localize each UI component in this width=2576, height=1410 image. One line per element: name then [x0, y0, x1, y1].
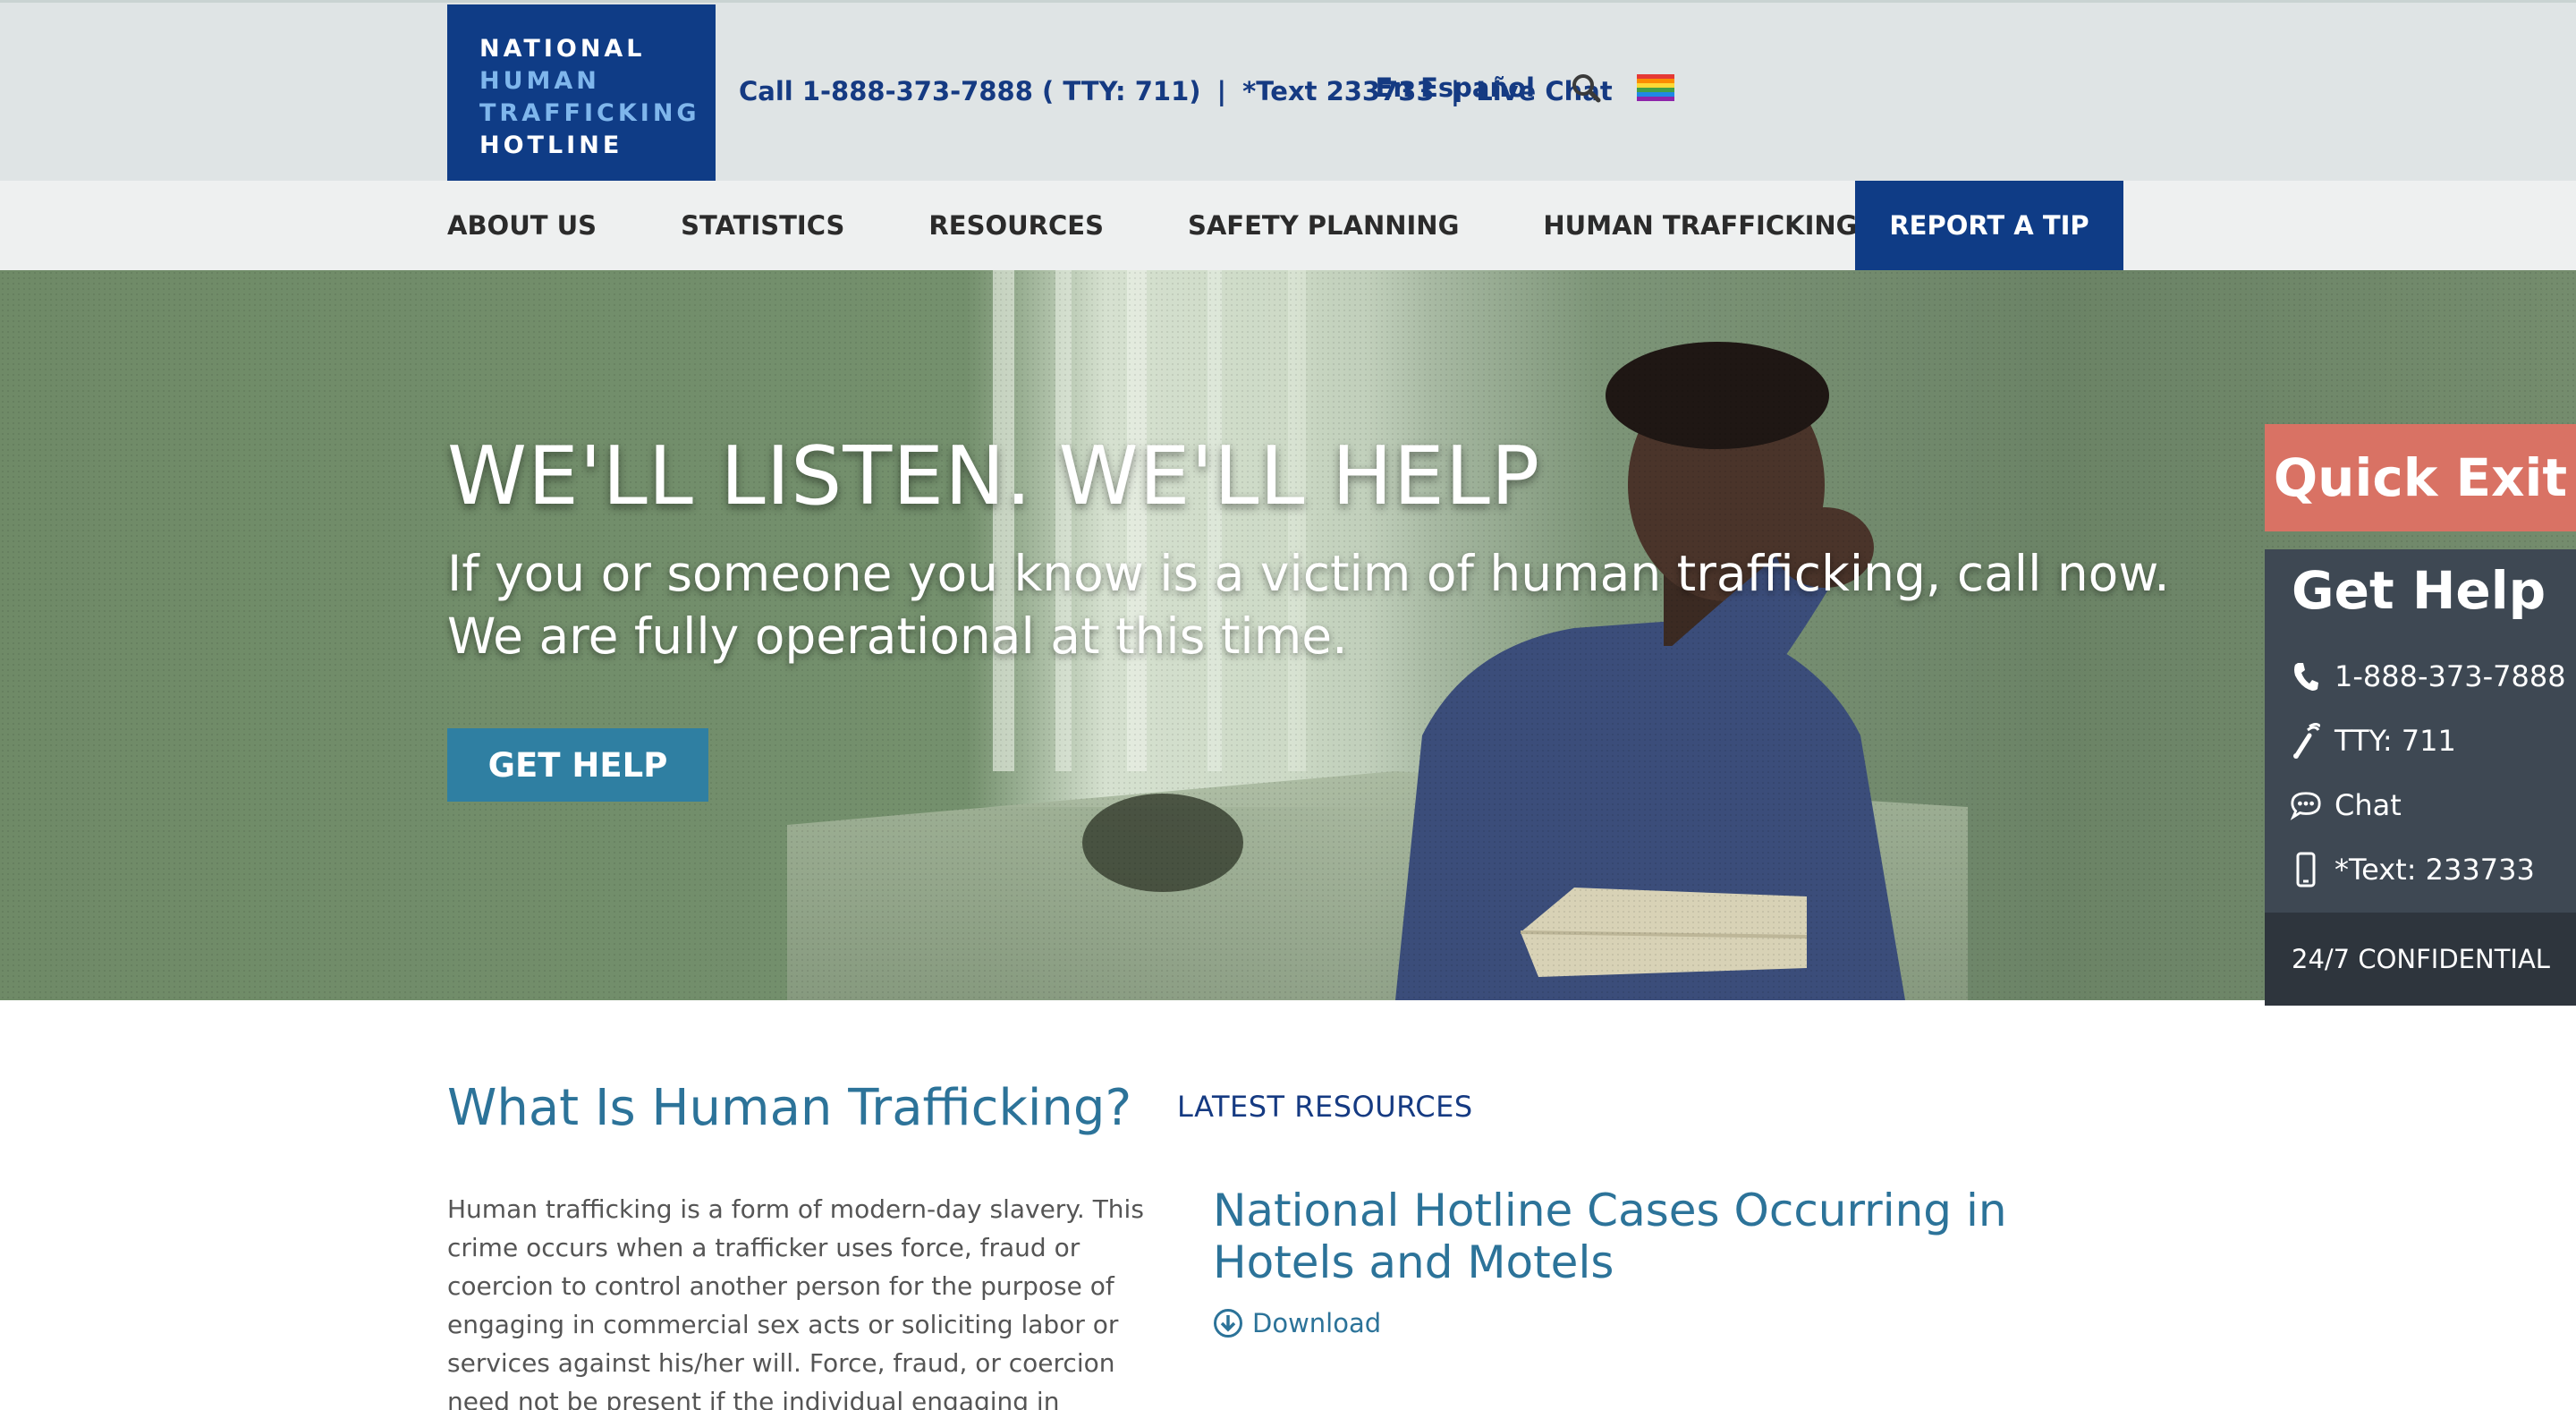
chat-row[interactable]: Chat — [2290, 787, 2402, 823]
nav-human-trafficking[interactable]: HUMAN TRAFFICKING — [1543, 210, 1857, 241]
espanol-link[interactable]: En Español — [1376, 72, 1535, 103]
resource-title-line: Hotels and Motels — [1213, 1236, 1614, 1288]
phone-row[interactable]: 1-888-373-7888 — [2290, 658, 2566, 694]
phone-number: 1-888-373-7888 — [2334, 659, 2566, 693]
call-link[interactable]: Call 1-888-373-7888 ( TTY: 711) — [739, 76, 1201, 106]
body-line: crime occurs when a trafficker uses forc… — [447, 1233, 1080, 1262]
get-help-panel-title: Get Help — [2292, 560, 2546, 621]
phone-icon — [2290, 658, 2322, 694]
hero-title: WE'LL LISTEN. WE'LL HELP — [447, 429, 1541, 523]
get-help-panel: Get Help 1-888-373-7888 TTY: 711 Chat *T… — [2265, 549, 2576, 1006]
body-line: engaging in commercial sex acts or solic… — [447, 1310, 1119, 1339]
tty-row[interactable]: TTY: 711 — [2290, 723, 2456, 759]
pride-flag-icon[interactable] — [1637, 74, 1674, 101]
get-help-button[interactable]: GET HELP — [447, 728, 708, 802]
body-line: Human trafficking is a form of modern-da… — [447, 1194, 1144, 1224]
what-is-body-text: Human trafficking is a form of modern-da… — [447, 1190, 1144, 1410]
latest-resources-heading: LATEST RESOURCES — [1177, 1090, 1473, 1124]
quick-exit-button[interactable]: Quick Exit — [2265, 424, 2576, 531]
confidential-label: 24/7 CONFIDENTIAL — [2265, 913, 2576, 1006]
nav-statistics[interactable]: STATISTICS — [681, 210, 844, 241]
nav-items: ABOUT US STATISTICS RESOURCES SAFETY PLA… — [447, 181, 1941, 270]
logo-line-human: HUMAN — [479, 67, 600, 95]
main-nav: ABOUT US STATISTICS RESOURCES SAFETY PLA… — [0, 181, 2576, 270]
nav-about-us[interactable]: ABOUT US — [447, 210, 597, 241]
report-a-tip-button[interactable]: REPORT A TIP — [1855, 181, 2123, 270]
tty-number: TTY: 711 — [2334, 724, 2456, 758]
body-line: services against his/her will. Force, fr… — [447, 1348, 1115, 1378]
hero-subtitle-line: If you or someone you know is a victim o… — [447, 545, 2170, 602]
utility-bar: NATIONAL HUMAN TRAFFICKING HOTLINE Call … — [0, 0, 2576, 183]
nav-resources[interactable]: RESOURCES — [928, 210, 1104, 241]
logo-line-trafficking: TRAFFICKING — [479, 99, 700, 127]
body-line: coercion to control another person for t… — [447, 1271, 1114, 1301]
download-icon — [1213, 1308, 1243, 1338]
hero-subtitle-line: We are fully operational at this time. — [447, 607, 1348, 665]
chat-label: Chat — [2334, 788, 2402, 822]
text-row[interactable]: *Text: 233733 — [2290, 852, 2535, 888]
text-number: *Text: 233733 — [2334, 853, 2535, 887]
mobile-icon — [2290, 852, 2322, 888]
nav-safety-planning[interactable]: SAFETY PLANNING — [1188, 210, 1459, 241]
hotline-logo[interactable]: NATIONAL HUMAN TRAFFICKING HOTLINE — [447, 4, 716, 183]
hero-subtitle: If you or someone you know is a victim o… — [447, 542, 2170, 667]
tty-icon — [2290, 723, 2322, 759]
download-label: Download — [1252, 1308, 1382, 1338]
body-line: need not be present if the individual en… — [447, 1387, 1060, 1410]
hero-banner: WE'LL LISTEN. WE'LL HELP If you or someo… — [0, 270, 2576, 1000]
chat-icon — [2290, 787, 2322, 823]
logo-line-hotline: HOTLINE — [479, 132, 623, 159]
resource-title-link[interactable]: National Hotline Cases Occurring in Hote… — [1213, 1185, 2125, 1288]
what-is-human-trafficking-heading: What Is Human Trafficking? — [447, 1079, 1132, 1137]
top-right-tools: En Español — [1376, 72, 1674, 103]
search-icon[interactable] — [1571, 72, 1601, 103]
contact-separator: | — [1216, 76, 1227, 106]
logo-line-national: NATIONAL — [479, 35, 646, 63]
resource-title-line: National Hotline Cases Occurring in — [1213, 1185, 2007, 1236]
download-link[interactable]: Download — [1213, 1308, 1381, 1338]
